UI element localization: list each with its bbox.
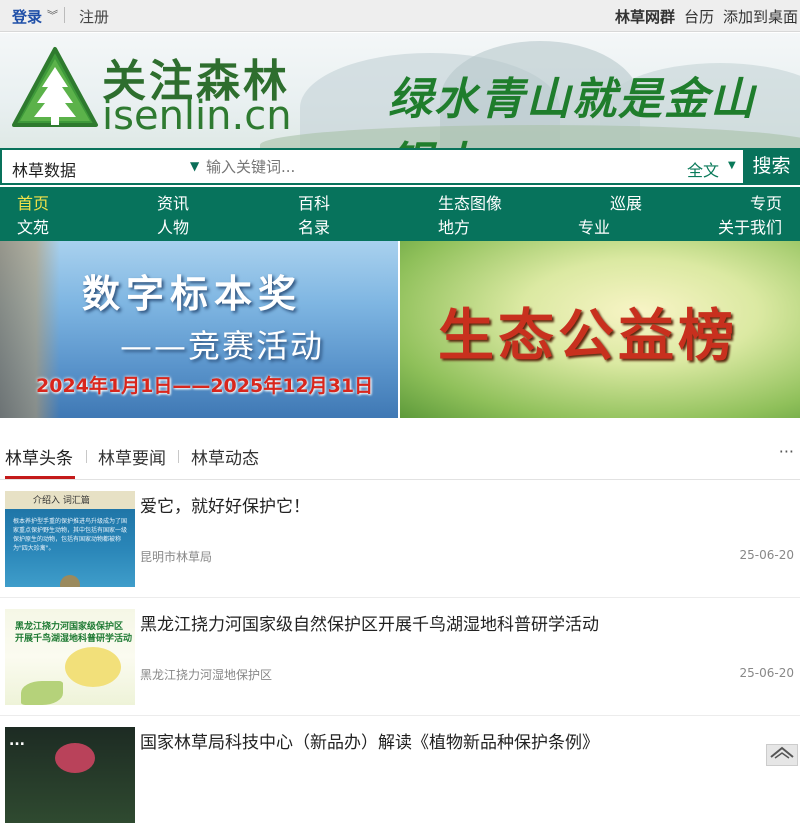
tab-key-news[interactable]: 林草要闻	[98, 444, 166, 469]
main-nav: 首页 资讯 百科 生态图像 巡展 专页 文苑 人物 名录 地方 专业 关于我们	[0, 187, 800, 241]
news-title[interactable]: 黑龙江挠力河国家级自然保护区开展千鸟湖湿地科普研学活动	[140, 610, 790, 635]
news-thumbnail[interactable]: 介绍入 词汇篇 根本养护型手重的保护推进鸟升级成为了国家重点保护野生动物，其中包…	[5, 491, 135, 587]
link-network[interactable]: 林草网群	[615, 6, 675, 27]
nav-item-literature[interactable]: 文苑	[17, 214, 49, 238]
news-date: 25-06-20	[739, 666, 794, 680]
search-category-select[interactable]: 林草数据	[12, 157, 76, 181]
news-tabs: 林草头条 林草要闻 林草动态 ···	[0, 430, 800, 480]
news-item[interactable]: 黑龙江挠力河国家级保护区 开展千鸟湖湿地科普研学活动 黑龙江挠力河国家级自然保护…	[0, 598, 800, 716]
search-button[interactable]: 搜索	[743, 148, 800, 185]
divider	[178, 450, 179, 463]
nav-item-exhibition[interactable]: 巡展	[610, 190, 642, 214]
divider	[86, 450, 87, 463]
header-banner: 关注森林 isenlin.cn 绿水青山就是金山银山	[0, 33, 800, 148]
nav-item-professional[interactable]: 专业	[578, 214, 610, 238]
nav-item-news[interactable]: 资讯	[157, 190, 189, 214]
news-item[interactable]: 介绍入 词汇篇 根本养护型手重的保护推进鸟升级成为了国家重点保护野生动物，其中包…	[0, 480, 800, 598]
nav-item-directory[interactable]: 名录	[298, 214, 330, 238]
link-calendar[interactable]: 台历	[684, 6, 714, 27]
nav-item-people[interactable]: 人物	[157, 214, 189, 238]
login-link[interactable]: 登录	[12, 6, 42, 27]
news-thumbnail[interactable]: 黑龙江挠力河国家级保护区 开展千鸟湖湿地科普研学活动	[5, 609, 135, 705]
promo-banner-eco-list[interactable]: 生态公益榜	[400, 241, 800, 418]
chevron-up-icon	[770, 746, 794, 759]
promo-dates: 2024年1月1日——2025年12月31日	[36, 375, 374, 397]
divider	[64, 7, 65, 23]
caret-down-icon[interactable]: ▼	[190, 159, 199, 173]
active-tab-indicator	[5, 476, 75, 479]
news-source: 昆明市林草局	[140, 550, 213, 564]
search-scope-select[interactable]: 全文	[687, 157, 719, 181]
nav-item-wiki[interactable]: 百科	[298, 190, 330, 214]
news-item[interactable]: ... 国家林草局科技中心（新品办）解读《植物新品种保护条例》	[0, 716, 800, 834]
more-icon[interactable]: ···	[779, 442, 794, 461]
news-title[interactable]: 国家林草局科技中心（新品办）解读《植物新品种保护条例》	[140, 728, 790, 753]
register-link[interactable]: 注册	[79, 6, 109, 27]
brand-name-en: isenlin.cn	[102, 93, 292, 139]
news-date: 25-06-20	[739, 548, 794, 562]
top-bar: 登录 ︾ 注册 林草网群 台历 添加到桌面	[0, 0, 800, 32]
back-to-top-button[interactable]	[766, 744, 798, 766]
site-logo-icon[interactable]	[10, 45, 100, 135]
nav-item-regions[interactable]: 地方	[438, 214, 470, 238]
promo-subtitle: ——竞赛活动	[120, 327, 325, 365]
search-bar: 林草数据 ▼ 全文 ▼ 搜索	[0, 148, 800, 185]
promo-title: 数字标本奖	[82, 272, 303, 316]
tab-updates[interactable]: 林草动态	[191, 444, 259, 469]
nav-item-about[interactable]: 关于我们	[718, 214, 782, 238]
caret-down-icon[interactable]: ▼	[728, 160, 736, 171]
nav-item-eco-images[interactable]: 生态图像	[438, 190, 502, 214]
chevron-down-icon[interactable]: ︾	[47, 7, 58, 23]
nav-item-home[interactable]: 首页	[17, 190, 49, 214]
promo-title: 生态公益榜	[438, 304, 738, 369]
top-links: 林草网群 台历 添加到桌面	[615, 6, 798, 27]
news-source: 黑龙江挠力河湿地保护区	[140, 668, 273, 682]
slogan: 绿水青山就是金山银山	[388, 74, 756, 148]
news-thumbnail[interactable]: ...	[5, 727, 135, 823]
search-input[interactable]	[206, 153, 676, 181]
link-add-desktop[interactable]: 添加到桌面	[723, 6, 798, 27]
tab-headlines[interactable]: 林草头条	[5, 444, 73, 469]
promo-banner-specimen[interactable]: 数字标本奖 ——竞赛活动 2024年1月1日——2025年12月31日	[0, 241, 398, 418]
news-title[interactable]: 爱它，就好好保护它！	[140, 492, 790, 517]
nav-item-special[interactable]: 专页	[750, 190, 782, 214]
